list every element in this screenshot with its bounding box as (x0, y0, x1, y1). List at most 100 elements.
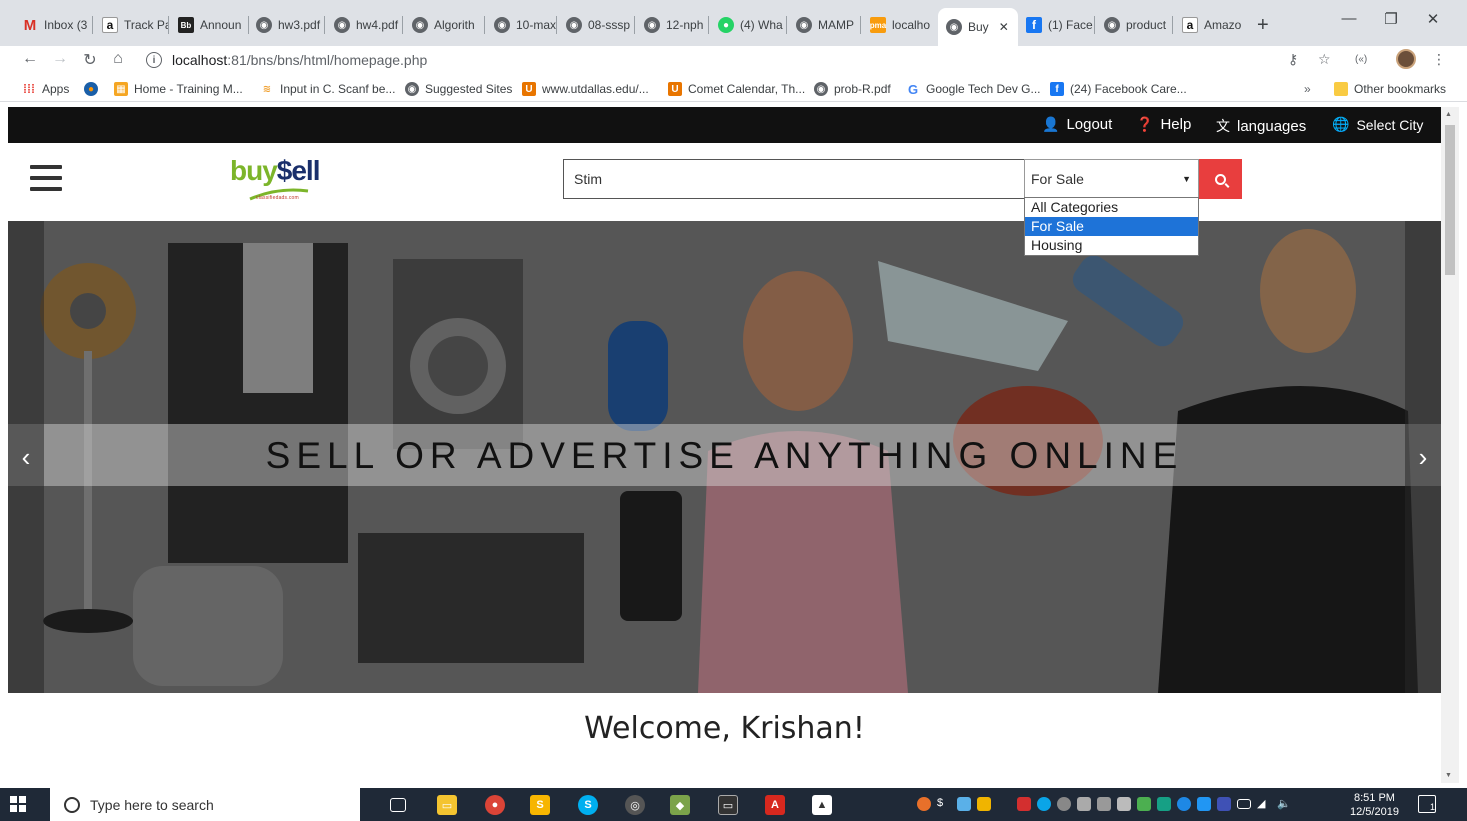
hamburger-menu-icon[interactable] (30, 165, 62, 191)
close-tab-icon[interactable]: ✕ (999, 20, 1009, 34)
back-arrow-icon[interactable]: ← (20, 50, 40, 68)
page-scrollbar[interactable]: ▲ ▼ (1441, 107, 1459, 783)
tab-12-nph[interactable]: ◉ 12-nph (636, 8, 708, 42)
bookmark-firefox[interactable]: ● (84, 82, 98, 96)
carousel-prev-button[interactable]: ‹ (8, 221, 44, 693)
tray-shield-icon[interactable] (1137, 797, 1151, 811)
profile-avatar[interactable] (1396, 49, 1416, 69)
bookmark-prob-r[interactable]: ◉ prob-R.pdf (814, 82, 891, 96)
battery-icon[interactable] (1237, 799, 1251, 809)
tray-app-icon[interactable] (1097, 797, 1111, 811)
tab-amazon[interactable]: a Amazo (1174, 8, 1246, 42)
home-icon[interactable]: ⌂ (108, 50, 128, 68)
tab-title: Inbox (3 (44, 18, 88, 32)
tray-app-icon[interactable] (1057, 797, 1071, 811)
search-button[interactable] (1199, 159, 1242, 199)
tray-app-icon[interactable] (917, 797, 931, 811)
skype-icon[interactable]: S (578, 795, 598, 815)
new-tab-button[interactable]: + (1257, 14, 1269, 37)
tray-app-icon[interactable] (1117, 797, 1131, 811)
carousel-next-button[interactable]: › (1405, 221, 1441, 693)
tab-algorithms[interactable]: ◉ Algorith (404, 8, 484, 42)
taskbar-search[interactable]: Type here to search (50, 788, 360, 821)
restore-icon[interactable]: ❐ (1376, 10, 1406, 28)
forward-arrow-icon[interactable]: → (50, 50, 70, 68)
tab-inbox[interactable]: M Inbox (3 (14, 8, 94, 42)
cortana-icon (64, 796, 80, 813)
bookmark-training[interactable]: ▦ Home - Training M... (114, 82, 243, 96)
languages-link[interactable]: 文 languages (1216, 116, 1306, 136)
tab-mamp[interactable]: ◉ MAMP (788, 8, 860, 42)
notification-icon[interactable]: 1 (1418, 795, 1436, 813)
tray-app-icon[interactable] (1197, 797, 1211, 811)
tab-title: hw3.pdf (278, 18, 321, 32)
hero-title: SELL OR ADVERTISE ANYTHING ONLINE (265, 435, 1184, 476)
tab-localhost-phpmyadmin[interactable]: pma localho (862, 8, 936, 42)
bookmark-suggested-sites[interactable]: ◉ Suggested Sites (405, 82, 512, 96)
category-select[interactable]: For Sale ▼ (1024, 159, 1199, 199)
scroll-down-icon[interactable]: ▼ (1445, 772, 1452, 779)
extension-icon[interactable]: («) (1355, 54, 1367, 65)
select-city-link[interactable]: 🌐 Select City (1332, 116, 1423, 133)
tray-app-icon[interactable] (1217, 797, 1231, 811)
bookmark-apps[interactable]: ⁞⁞⁞ Apps (22, 82, 69, 96)
bookmark-other[interactable]: Other bookmarks (1334, 82, 1446, 96)
sublime-icon[interactable]: S (530, 795, 550, 815)
option-housing[interactable]: Housing (1025, 236, 1198, 255)
acrobat-icon[interactable]: A (765, 795, 785, 815)
app-icon[interactable]: ◆ (670, 795, 690, 815)
site-header: buy$ell classifiedads.com Stim For Sale … (8, 143, 1441, 221)
info-icon[interactable]: i (146, 52, 162, 68)
volume-icon[interactable]: 🔈 (1277, 797, 1291, 811)
tray-app-icon[interactable] (1077, 797, 1091, 811)
bluetooth-icon[interactable] (1177, 797, 1191, 811)
tab-hw4[interactable]: ◉ hw4.pdf (326, 8, 402, 42)
tab-buy-active[interactable]: ◉ Buy ✕ (938, 8, 1018, 46)
logo-tagline: classifiedads.com (256, 195, 299, 201)
key-icon[interactable]: ⚷ (1288, 51, 1298, 68)
logout-link[interactable]: 👤 Logout (1042, 116, 1112, 133)
help-link[interactable]: ❓ Help (1136, 116, 1191, 133)
file-explorer-icon[interactable]: ▭ (437, 795, 457, 815)
windows-start-icon[interactable] (10, 796, 26, 812)
tab-announcements[interactable]: Bb Announ (170, 8, 248, 42)
tray-app-icon[interactable] (977, 797, 991, 811)
bookmark-comet-calendar[interactable]: U Comet Calendar, Th... (668, 82, 805, 96)
bookmarks-overflow[interactable]: » (1304, 82, 1311, 96)
bookmark-google-tech-dev[interactable]: G Google Tech Dev G... (906, 82, 1041, 97)
menu-dots-icon[interactable]: ⋮ (1432, 51, 1446, 68)
star-icon[interactable]: ☆ (1318, 51, 1331, 68)
tab-facebook[interactable]: f (1) Face (1018, 8, 1094, 42)
scroll-thumb[interactable] (1445, 125, 1455, 275)
tab-08-sssp[interactable]: ◉ 08-sssp (558, 8, 634, 42)
tab-hw3[interactable]: ◉ hw3.pdf (248, 8, 324, 42)
tray-skype-icon[interactable] (1037, 797, 1051, 811)
terminal-icon[interactable]: ▭ (718, 795, 738, 815)
tray-dollar-icon[interactable]: $ (937, 797, 951, 811)
tray-app-icon[interactable] (1157, 797, 1171, 811)
tray-app-icon[interactable] (1017, 797, 1031, 811)
tab-product[interactable]: ◉ product (1096, 8, 1172, 42)
photos-icon[interactable]: ▲ (812, 795, 832, 815)
wifi-icon[interactable]: ◢ (1257, 797, 1271, 811)
reload-icon[interactable]: ↻ (80, 50, 100, 70)
search-input[interactable]: Stim (563, 159, 1025, 199)
task-view-icon[interactable] (390, 798, 406, 812)
tab-track-package[interactable]: a Track Pa (94, 8, 168, 42)
close-window-icon[interactable]: ✕ (1418, 10, 1448, 28)
github-icon[interactable]: ◎ (625, 795, 645, 815)
site-logo[interactable]: buy$ell classifiedads.com (230, 155, 340, 209)
tab-whatsapp[interactable]: ● (4) Wha (710, 8, 786, 42)
bookmark-scanf[interactable]: ≋ Input in C. Scanf be... (260, 82, 396, 96)
option-for-sale[interactable]: For Sale (1025, 217, 1198, 236)
chrome-icon[interactable]: ● (485, 795, 505, 815)
scroll-up-icon[interactable]: ▲ (1445, 111, 1452, 118)
tray-app-icon[interactable] (957, 797, 971, 811)
bookmark-facebook-careers[interactable]: f (24) Facebook Care... (1050, 82, 1187, 96)
tab-10-max[interactable]: ◉ 10-max (486, 8, 556, 42)
bookmark-utdallas[interactable]: U www.utdallas.edu/... (522, 82, 649, 96)
option-all-categories[interactable]: All Categories (1025, 198, 1198, 217)
address-bar[interactable]: i localhost:81/bns/bns/html/homepage.php (140, 47, 1310, 73)
minimize-icon[interactable]: — (1334, 10, 1364, 27)
system-clock[interactable]: 8:51 PM 12/5/2019 (1350, 791, 1399, 819)
